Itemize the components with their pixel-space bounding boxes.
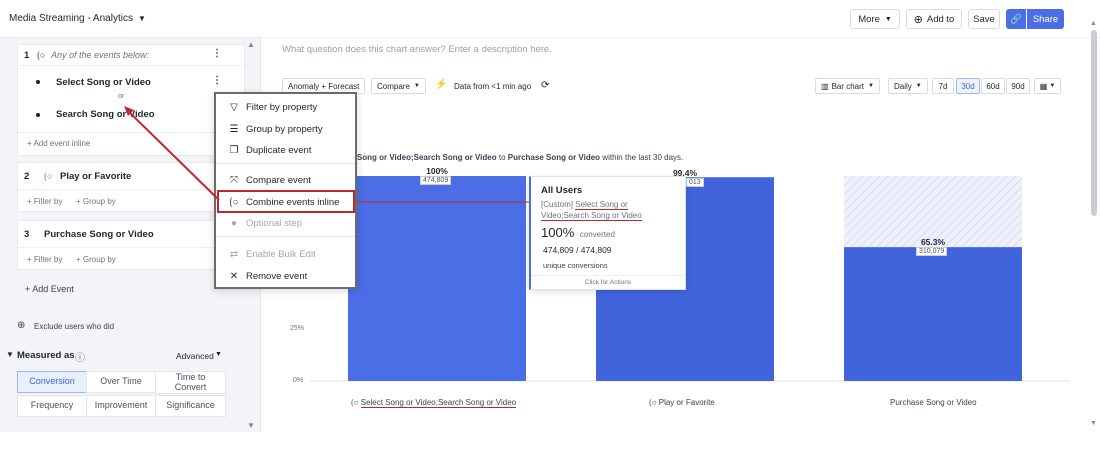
event-step-3: 3 Purchase Song or Video + Filter by + G… xyxy=(17,220,245,270)
tooltip-unique-label: unique conversions xyxy=(543,261,608,270)
save-button[interactable]: Save xyxy=(968,9,1000,29)
bar-3-count-label: 310,079 xyxy=(916,247,948,256)
event-step-1: 1 ⟮○ Any of the events below: ⋮ Select S… xyxy=(17,44,245,156)
menu-item-group-by-property[interactable]: ☰ Group by property xyxy=(216,119,355,139)
menu-item-optional-step[interactable]: ● Optional step xyxy=(216,213,355,233)
close-icon: ✕ xyxy=(229,270,239,282)
project-title: Media Streaming - Analytics xyxy=(9,13,133,24)
menu-item-duplicate-event[interactable]: ❐ Duplicate event xyxy=(216,140,355,160)
funnel-bar[interactable] xyxy=(348,176,526,381)
menu-item-filter-by-property[interactable]: ▽ Filter by property xyxy=(216,97,355,117)
bullet-icon xyxy=(36,113,40,117)
step-number: 3 xyxy=(24,229,30,240)
inline-event-group: Select Song or Video ⋮ or Search Song or… xyxy=(24,66,236,131)
event-step-2: 2 ⟮○ Play or Favorite + Filter by + Grou… xyxy=(17,162,245,212)
measure-option-significance[interactable]: Significance xyxy=(155,395,226,417)
tooltip-click-for-actions[interactable]: Click for Actions xyxy=(531,279,685,286)
optional-icon: ● xyxy=(230,217,238,229)
bar-1-count-label: 474,809 xyxy=(420,176,452,185)
bulk-edit-icon: ⇄ xyxy=(229,248,239,260)
x-label-bar-2[interactable]: ⟮○ Play or Favorite xyxy=(649,398,715,408)
group-by-link[interactable]: + Group by xyxy=(76,255,116,264)
top-toolbar: More ▼ ⊕ Add to Save 🔗 Share xyxy=(262,0,1100,38)
combine-icon: ⟮○ xyxy=(649,398,657,407)
link-icon[interactable]: 🔗 xyxy=(1006,9,1026,29)
event-title-purchase[interactable]: Purchase Song or Video xyxy=(44,229,154,240)
measure-option-frequency[interactable]: Frequency xyxy=(17,395,87,417)
or-label: or xyxy=(118,93,125,100)
measure-option-time-to-convert[interactable]: Time to Convert xyxy=(155,371,226,394)
add-event-button[interactable]: + Add Event xyxy=(25,284,74,294)
bullet-icon xyxy=(36,80,40,84)
chevron-down-icon[interactable]: ▼ xyxy=(215,351,222,358)
scroll-up-icon[interactable]: ▲ xyxy=(247,40,255,49)
compare-icon: ⤧ xyxy=(230,174,238,186)
add-event-inline-link[interactable]: + Add event inline xyxy=(27,139,90,148)
chevron-down-icon: ▼ xyxy=(137,14,146,23)
bar-2-count-label: 013 xyxy=(686,178,704,187)
funnel-bar[interactable] xyxy=(844,247,1022,381)
share-button[interactable]: Share xyxy=(1027,9,1064,29)
scroll-down-icon[interactable]: ▼ xyxy=(1090,420,1097,427)
measure-option-over-time[interactable]: Over Time xyxy=(86,371,156,393)
tooltip-title: All Users xyxy=(541,185,583,196)
step-number: 1 xyxy=(24,50,30,61)
combine-icon: ⟮○ xyxy=(44,171,53,181)
vertical-scrollbar[interactable] xyxy=(1090,30,1098,425)
bar-1-percent-label: 100% xyxy=(426,166,448,176)
kebab-menu-icon[interactable]: ⋮ xyxy=(212,48,222,59)
tooltip-percent: 100% converted xyxy=(541,225,615,240)
menu-item-enable-bulk-edit[interactable]: ⇄ Enable Bulk Edit xyxy=(216,244,355,264)
event-title-play-favorite[interactable]: Play or Favorite xyxy=(60,171,131,182)
x-label-bar-3[interactable]: Purchase Song or Video xyxy=(890,398,977,407)
tooltip-ratio: 474,809 / 474,809 xyxy=(543,245,612,255)
menu-item-remove-event[interactable]: ✕ Remove event xyxy=(216,266,355,286)
project-selector[interactable]: Media Streaming - Analytics ▼ xyxy=(0,0,261,38)
bar-tooltip[interactable]: All Users [Custom] Select Song or Video;… xyxy=(529,176,686,290)
combine-icon: ⟮○ xyxy=(351,398,359,407)
inline-event-search-song[interactable]: Search Song or Video xyxy=(56,109,155,120)
group-by-link[interactable]: + Group by xyxy=(76,197,116,206)
chevron-down-icon: ▼ xyxy=(884,15,892,23)
combine-icon: ⟮○ xyxy=(37,50,46,60)
measure-option-conversion[interactable]: Conversion xyxy=(17,371,87,393)
scroll-down-icon[interactable]: ▼ xyxy=(247,421,255,430)
step-number: 2 xyxy=(24,171,30,182)
more-button[interactable]: More ▼ xyxy=(850,9,900,29)
scrollbar-thumb[interactable] xyxy=(1091,30,1097,216)
info-icon[interactable]: ⓘ xyxy=(75,349,85,364)
filter-by-link[interactable]: + Filter by xyxy=(27,197,62,206)
chevron-down-icon[interactable]: ▼ xyxy=(6,350,14,359)
measure-option-improvement[interactable]: Improvement xyxy=(86,395,156,417)
advanced-dropdown[interactable]: Advanced xyxy=(176,351,214,361)
exclude-users-link[interactable]: Exclude users who did xyxy=(34,322,114,331)
x-label-bar-1[interactable]: ⟮○ Select Song or Video;Search Song or V… xyxy=(351,398,517,408)
plus-circle-icon: ⊕ xyxy=(913,13,923,26)
group-icon: ☰ xyxy=(229,123,239,135)
any-of-events-label: Any of the events below: xyxy=(51,50,150,60)
plus-circle-icon: ⊕ xyxy=(17,320,26,331)
bar-3-percent-label: 65.3% xyxy=(920,237,946,247)
measured-as-title: Measured as xyxy=(17,350,75,361)
combine-events-highlight xyxy=(217,190,355,213)
duplicate-icon: ❐ xyxy=(229,144,239,156)
kebab-menu-icon[interactable]: ⋮ xyxy=(212,75,222,86)
add-to-button[interactable]: ⊕ Add to xyxy=(906,9,962,29)
tooltip-event-name: [Custom] Select Song or Video;Search Son… xyxy=(541,200,642,221)
inline-event-select-song[interactable]: Select Song or Video xyxy=(56,77,151,88)
scroll-up-icon[interactable]: ▲ xyxy=(1090,20,1097,27)
menu-item-compare-event[interactable]: ⤧ Compare event xyxy=(216,170,355,190)
filter-by-link[interactable]: + Filter by xyxy=(27,255,62,264)
filter-icon: ▽ xyxy=(230,101,238,113)
